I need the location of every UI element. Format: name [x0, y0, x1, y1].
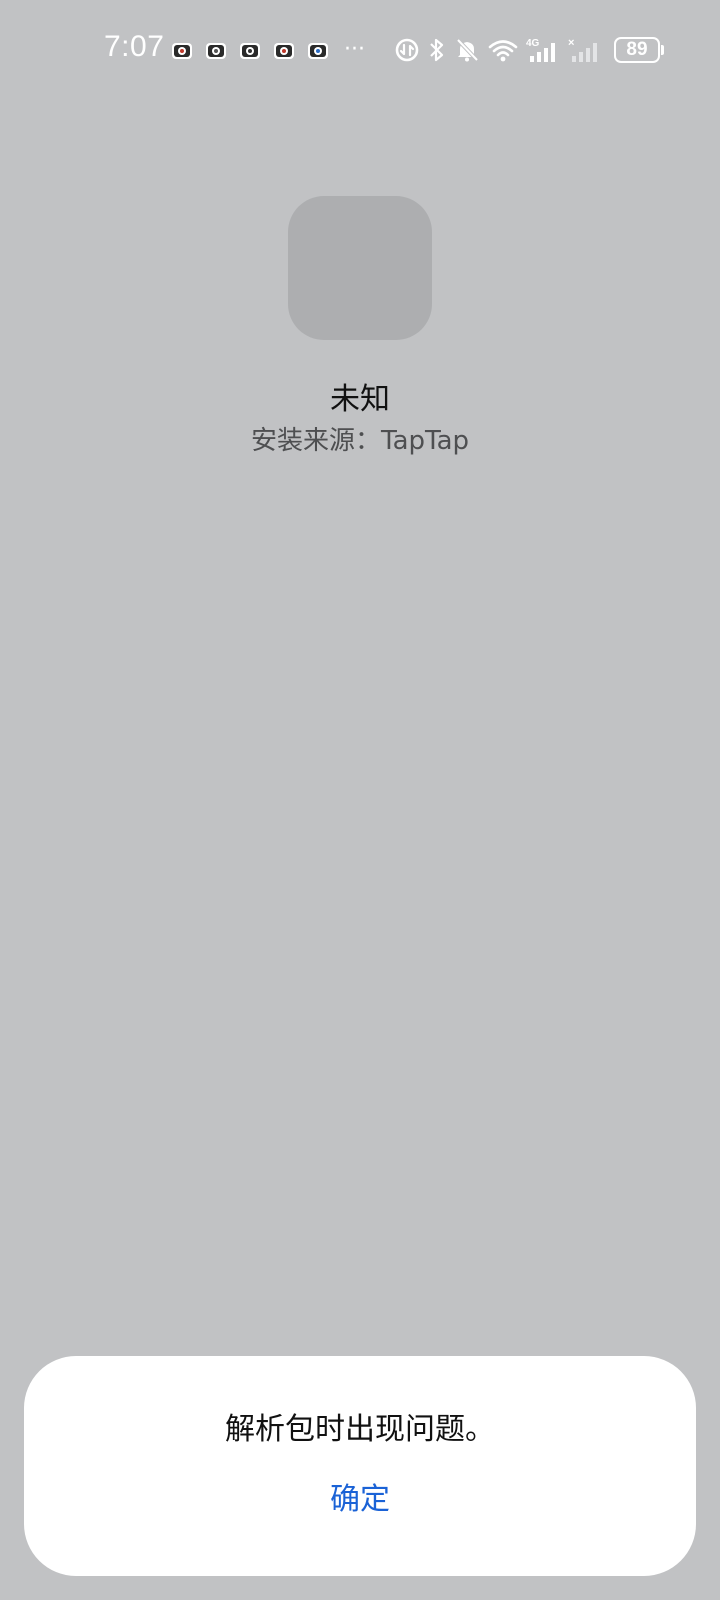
wifi-icon: [488, 40, 518, 62]
4g-signal-icon: 4G: [526, 38, 555, 62]
status-bar: 7:07 ··· 4G × 89: [0, 0, 720, 96]
game-app-icon: [172, 43, 192, 59]
data-saver-icon: [395, 38, 419, 62]
battery-level: 89: [614, 37, 660, 63]
error-dialog: 解析包时出现问题。 确定: [24, 1356, 696, 1576]
battery-icon: 89: [614, 37, 664, 63]
system-icons: 4G × 89: [394, 34, 664, 66]
no-signal-icon: ×: [568, 37, 597, 62]
more-notifications-icon: ···: [344, 37, 365, 62]
game-app-icon: [274, 43, 294, 59]
install-source: 安装来源：TapTap: [250, 426, 470, 456]
game-app-icon: [308, 43, 328, 59]
silent-bell-icon: [456, 38, 479, 62]
svg-text:4G: 4G: [526, 38, 540, 49]
app-name: 未知: [330, 382, 390, 417]
notification-icons: ···: [170, 37, 365, 63]
status-time: 7:07: [104, 30, 165, 63]
battery-cap: [661, 45, 664, 55]
game-app-icon: [240, 43, 260, 59]
bluetooth-icon: [430, 38, 444, 62]
svg-text:×: ×: [568, 37, 574, 49]
app-icon-placeholder: [288, 196, 432, 340]
game-app-icon: [206, 43, 226, 59]
dialog-message: 解析包时出现问题。: [225, 1412, 495, 1447]
confirm-button[interactable]: 确定: [310, 1470, 410, 1530]
